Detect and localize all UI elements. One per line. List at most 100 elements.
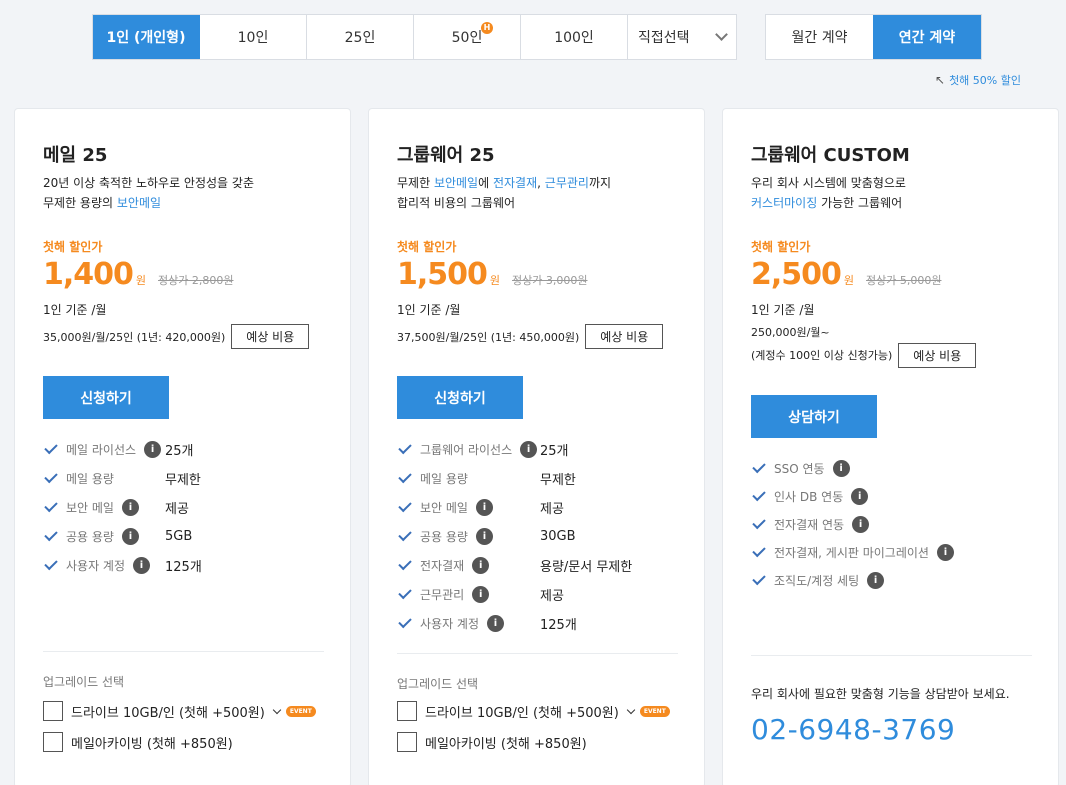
feature-value: 125개 <box>165 560 202 575</box>
feature-name: 전자결재 <box>420 559 465 573</box>
feature-value: 제공 <box>165 502 189 517</box>
phone-number[interactable]: 02-6948-3769 <box>751 713 955 746</box>
tab-label: 월간 계약 <box>791 30 848 46</box>
currency-unit: 원 <box>489 274 501 287</box>
desc-line: 무제한 보안메일에 전자결재, 근무관리까지 <box>397 173 611 193</box>
desc-highlight: 보안메일 <box>116 196 162 210</box>
info-icon[interactable]: i <box>851 487 869 505</box>
chevron-down-icon[interactable] <box>626 705 636 714</box>
apply-button[interactable]: 신청하기 <box>43 376 169 419</box>
feature-name: 메일 용량 <box>66 472 114 486</box>
tab-label: 25인 <box>344 30 376 46</box>
tab-annual-contract[interactable]: 연간 계약 <box>873 15 981 59</box>
divider <box>751 655 1032 656</box>
upgrade-checkbox[interactable] <box>397 701 417 721</box>
price-basis: 1인 기준 /월 <box>397 303 461 317</box>
feature-value: 무제한 <box>165 473 201 488</box>
tab-monthly-contract[interactable]: 월간 계약 <box>766 15 873 59</box>
upgrade-checkbox[interactable] <box>43 732 63 752</box>
apply-button[interactable]: 신청하기 <box>397 376 523 419</box>
check-icon <box>752 487 766 501</box>
tab-1-user[interactable]: 1인 (개인형) <box>93 15 200 59</box>
plan-card-mail-25: 메일 25 20년 이상 축적한 노하우로 안정성을 갖춘 무제한 용량의 보안… <box>14 108 351 785</box>
feature-name: 보안 메일 <box>420 501 468 515</box>
info-icon[interactable]: i <box>121 499 139 516</box>
plan-card-groupware-custom: 그룹웨어 CUSTOM 우리 회사 시스템에 맞춤형으로 커스터마이징 가능한 … <box>722 108 1059 785</box>
feature-item: 메일 용량 무제한 <box>397 464 678 493</box>
tab-50-users[interactable]: 50인 H <box>414 15 521 59</box>
desc-text: 에 <box>478 176 493 190</box>
divider <box>397 653 678 654</box>
feature-value: 125개 <box>540 618 577 633</box>
desc-highlight: 전자결재 <box>492 176 538 190</box>
info-icon[interactable]: i <box>832 459 850 477</box>
info-icon[interactable]: i <box>472 557 490 574</box>
info-icon[interactable]: i <box>472 586 490 603</box>
plan-description: 무제한 보안메일에 전자결재, 근무관리까지 합리적 비용의 그룹웨어 <box>397 173 611 213</box>
cost-calc-line: (계정수 100인 이상 신청가능) 예상 비용 <box>751 343 977 368</box>
info-icon[interactable]: i <box>144 441 162 458</box>
price-row: 2,500 원 정상가 5,000원 <box>751 257 942 292</box>
check-icon <box>398 527 412 542</box>
original-price: 정상가 5,000원 <box>866 274 942 287</box>
tab-label: 100인 <box>554 30 594 46</box>
original-price: 정상가 2,800원 <box>158 274 234 287</box>
upgrade-label: 메일아카이빙 (첫해 +850원) <box>71 736 233 752</box>
feature-item: 사용자 계정 i 125개 <box>397 609 678 638</box>
desc-highlight: 커스터마이징 <box>751 196 818 210</box>
info-icon[interactable]: i <box>133 557 151 574</box>
feature-item: 메일 용량 무제한 <box>43 464 324 493</box>
chevron-down-icon[interactable] <box>272 705 282 714</box>
feature-value: 용량/문서 무제한 <box>540 560 633 575</box>
feature-item: 메일 라이선스 i 25개 <box>43 435 324 464</box>
feature-value: 제공 <box>540 589 564 604</box>
upgrade-checkbox[interactable] <box>43 701 63 721</box>
cost-calc: 37,500원/월/25인 (1년: 450,000원) 예상 비용 <box>397 324 664 349</box>
check-icon <box>752 515 766 529</box>
info-icon[interactable]: i <box>867 571 885 589</box>
price-row: 1,500 원 정상가 3,000원 <box>397 257 588 292</box>
contract-selector: 월간 계약 연간 계약 <box>765 14 982 60</box>
event-badge: EVENT <box>639 705 670 717</box>
plan-name: 그룹웨어 CUSTOM <box>751 145 910 166</box>
tab-10-users[interactable]: 10인 <box>200 15 307 59</box>
info-icon[interactable]: i <box>487 615 505 632</box>
tab-100-users[interactable]: 100인 <box>521 15 628 59</box>
estimate-cost-button[interactable]: 예상 비용 <box>898 343 977 368</box>
feature-name: SSO 연동 <box>774 461 825 476</box>
feature-item: 사용자 계정 i 125개 <box>43 551 324 580</box>
desc-highlight: 보안메일 <box>433 176 479 190</box>
cost-calc-note: (계정수 100인 이상 신청가능) <box>751 348 893 362</box>
feature-list: 메일 라이선스 i 25개 메일 용량 무제한 보안 메일 i 제공 공용 용량 i 5GB … <box>43 435 324 580</box>
info-icon[interactable]: i <box>936 543 954 561</box>
info-icon[interactable]: i <box>475 528 493 545</box>
discount-price: 2,500 <box>751 257 842 292</box>
custom-user-select[interactable]: 직접선택 <box>628 15 736 59</box>
upgrade-checkbox[interactable] <box>397 732 417 752</box>
feature-name: 메일 용량 <box>420 472 468 486</box>
estimate-cost-button[interactable]: 예상 비용 <box>585 324 664 349</box>
estimate-cost-button[interactable]: 예상 비용 <box>231 324 310 349</box>
consult-button[interactable]: 상담하기 <box>751 395 877 438</box>
upgrade-title: 업그레이드 선택 <box>43 675 125 689</box>
feature-name: 보안 메일 <box>66 501 114 515</box>
select-label: 직접선택 <box>638 30 690 46</box>
price-basis: 1인 기준 /월 <box>751 303 815 317</box>
price-row: 1,400 원 정상가 2,800원 <box>43 257 234 292</box>
info-icon[interactable]: i <box>121 528 139 545</box>
info-icon[interactable]: i <box>475 499 493 516</box>
user-count-selector: 1인 (개인형) 10인 25인 50인 H 100인 직접선택 <box>92 14 737 60</box>
check-icon <box>44 469 58 484</box>
feature-value: 25개 <box>540 444 569 459</box>
info-icon[interactable]: i <box>852 515 870 533</box>
feature-name: 사용자 계정 <box>66 559 126 573</box>
plan-description: 20년 이상 축적한 노하우로 안정성을 갖춘 무제한 용량의 보안메일 <box>43 173 254 213</box>
info-icon[interactable]: i <box>520 441 538 458</box>
upgrade-option-drive: 드라이브 10GB/인 (첫해 +500원) EVENT <box>397 701 670 721</box>
discount-price: 1,400 <box>43 257 134 292</box>
cost-calc-text: 250,000원/월~ <box>751 326 830 339</box>
price-basis: 1인 기준 /월 <box>43 303 107 317</box>
hot-badge: H <box>481 22 493 34</box>
upgrade-title: 업그레이드 선택 <box>397 677 479 691</box>
tab-25-users[interactable]: 25인 <box>307 15 414 59</box>
